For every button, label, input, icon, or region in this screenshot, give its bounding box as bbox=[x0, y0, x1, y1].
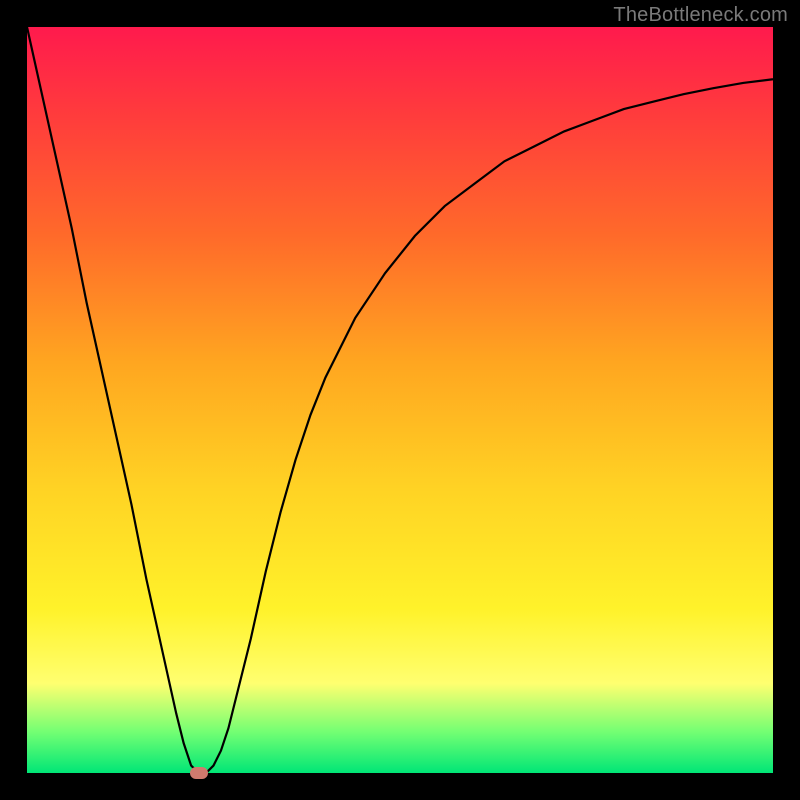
curve-line bbox=[27, 27, 773, 773]
chart-svg bbox=[27, 27, 773, 773]
chart-frame: TheBottleneck.com bbox=[0, 0, 800, 800]
watermark-text: TheBottleneck.com bbox=[613, 4, 788, 27]
minimum-marker bbox=[190, 767, 208, 779]
